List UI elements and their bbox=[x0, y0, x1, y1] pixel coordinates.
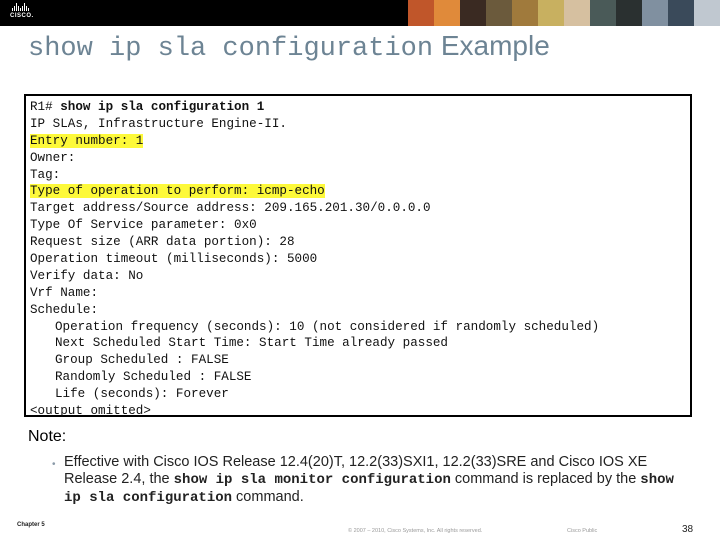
cli-output-line: Life (seconds): Forever bbox=[30, 386, 599, 403]
cli-output-line: Verify data: No bbox=[30, 268, 599, 285]
cli-output-line: Operation timeout (milliseconds): 5000 bbox=[30, 251, 599, 268]
cli-text: Owner: bbox=[30, 150, 76, 165]
note-bullet-item: • Effective with Cisco IOS Release 12.4(2… bbox=[48, 454, 698, 507]
page-number: 38 bbox=[682, 524, 694, 535]
header-photo-tile bbox=[564, 0, 590, 26]
footer-classification: Cisco Public bbox=[567, 528, 598, 534]
slide-title-command: show ip sla configuration bbox=[28, 34, 434, 64]
slide-title-suffix: Example bbox=[433, 30, 550, 61]
cli-output-line: Group Scheduled : FALSE bbox=[30, 352, 599, 369]
cli-text: <output omitted> bbox=[30, 404, 151, 419]
cli-text: Tag: bbox=[30, 167, 61, 182]
cli-output-line: Type of operation to perform: icmp-echo bbox=[30, 183, 599, 200]
cli-output-line: <output omitted> bbox=[30, 403, 599, 420]
cli-output-line: Schedule: bbox=[30, 302, 599, 319]
note-command-old: show ip sla monitor configuration bbox=[173, 472, 451, 488]
note-text: • Effective with Cisco IOS Release 12.4(2… bbox=[48, 454, 698, 507]
header-photo-tile bbox=[512, 0, 538, 26]
header-photo-tile bbox=[616, 0, 642, 26]
header-photo-tile bbox=[668, 0, 694, 26]
cisco-logo-bars-icon bbox=[12, 3, 50, 11]
cli-text: Randomly Scheduled : FALSE bbox=[55, 370, 252, 385]
cli-output-line: Next Scheduled Start Time: Start Time al… bbox=[30, 335, 599, 352]
cli-prompt: R1# bbox=[30, 100, 61, 114]
header-photo-tile bbox=[486, 0, 512, 26]
cli-output-line: IP SLAs, Infrastructure Engine-II. bbox=[30, 116, 599, 133]
note-text-part-3: command. bbox=[232, 489, 304, 505]
cli-text: Type Of Service parameter: 0x0 bbox=[30, 218, 257, 233]
cli-text: IP SLAs, Infrastructure Engine-II. bbox=[30, 116, 287, 131]
cli-text: Request size (ARR data portion): 28 bbox=[30, 235, 295, 250]
note-bullet-icon: • bbox=[52, 459, 56, 470]
cli-output-line: Operation frequency (seconds): 10 (not c… bbox=[30, 319, 599, 336]
cli-output-line: Request size (ARR data portion): 28 bbox=[30, 234, 599, 251]
cli-text: Verify data: No bbox=[30, 268, 144, 283]
cli-text: Schedule: bbox=[30, 302, 99, 317]
header-photo-tile bbox=[590, 0, 616, 26]
cli-output-lines: R1# show ip sla configuration 1 IP SLAs, … bbox=[30, 99, 599, 420]
header-photo-tile bbox=[460, 0, 486, 26]
cli-output-line: Entry number: 1 bbox=[30, 133, 599, 150]
cli-output-line: Target address/Source address: 209.165.2… bbox=[30, 200, 599, 217]
cli-text: Vrf Name: bbox=[30, 285, 99, 300]
cli-output-line: Owner: bbox=[30, 150, 599, 167]
cli-text: Operation frequency (seconds): 10 (not c… bbox=[55, 319, 600, 334]
cisco-logo: CISCO. bbox=[10, 3, 50, 23]
cli-text: Operation timeout (milliseconds): 5000 bbox=[30, 252, 318, 267]
cli-text: Target address/Source address: 209.165.2… bbox=[30, 201, 431, 216]
cli-output-line: Randomly Scheduled : FALSE bbox=[30, 369, 599, 386]
cli-output-line: R1# show ip sla configuration 1 bbox=[30, 99, 599, 116]
footer-copyright: © 2007 – 2010, Cisco Systems, Inc. All r… bbox=[348, 528, 483, 534]
cli-output-line: Type Of Service parameter: 0x0 bbox=[30, 217, 599, 234]
header-photo-strip bbox=[408, 0, 720, 26]
cli-text: Next Scheduled Start Time: Start Time al… bbox=[55, 336, 448, 351]
note-label: Note: bbox=[28, 428, 67, 445]
slide-title: show ip sla configuration Example bbox=[28, 30, 550, 70]
note-text-part-2: command is replaced by the bbox=[450, 471, 641, 487]
footer-chapter: Chapter 5 bbox=[17, 522, 45, 528]
cli-highlighted-text: Entry number: 1 bbox=[30, 133, 144, 148]
header-photo-tile bbox=[434, 0, 460, 26]
cisco-logo-text: CISCO. bbox=[10, 13, 34, 19]
header-bar: CISCO. bbox=[0, 0, 720, 26]
cli-highlighted-text: Type of operation to perform: icmp-echo bbox=[30, 184, 325, 199]
cli-output-line: Tag: bbox=[30, 167, 599, 184]
header-photo-tile bbox=[538, 0, 564, 26]
cli-output-line: Vrf Name: bbox=[30, 285, 599, 302]
cli-output-box: R1# show ip sla configuration 1 IP SLAs, … bbox=[24, 94, 692, 420]
cli-text: Group Scheduled : FALSE bbox=[55, 353, 229, 368]
header-photo-tile bbox=[642, 0, 668, 26]
header-photo-tile bbox=[694, 0, 720, 26]
cli-text: Life (seconds): Forever bbox=[55, 387, 229, 402]
header-photo-tile bbox=[408, 0, 434, 26]
cli-command: show ip sla configuration 1 bbox=[60, 100, 265, 114]
